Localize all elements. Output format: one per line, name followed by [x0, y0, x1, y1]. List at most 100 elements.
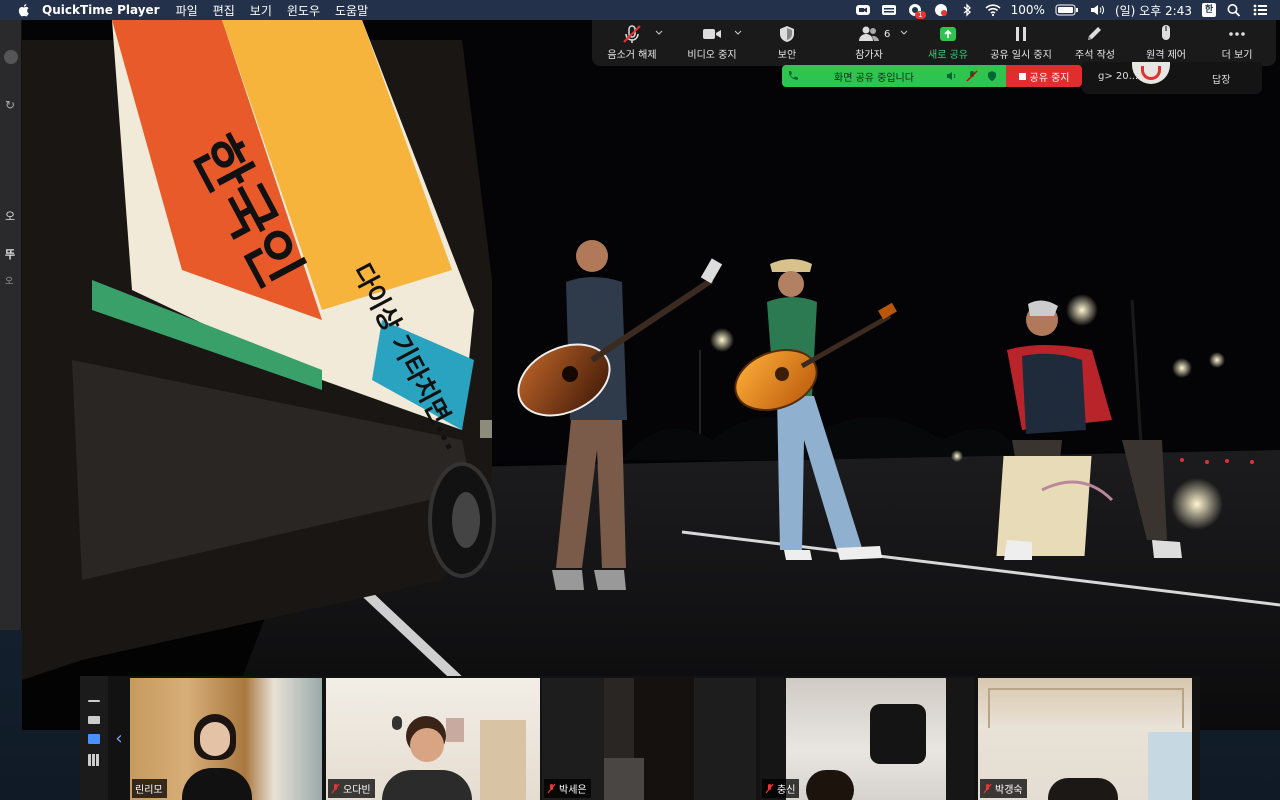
participant-thumbnail-strip: ‹ 린리모 오다빈 박세은 충신 박갱숙	[80, 676, 1200, 800]
pencil-icon	[1088, 27, 1101, 40]
screen-share-icon[interactable]	[881, 3, 897, 17]
participant-name-tag: 오다빈	[328, 779, 375, 798]
menu-file[interactable]: 파일	[176, 2, 198, 19]
toolbar-label: 음소거 해제	[607, 50, 657, 61]
strip-view-icon[interactable]	[88, 734, 100, 744]
apple-icon[interactable]	[16, 2, 32, 18]
chat-notification-peek[interactable]: g> 20... 답장	[1082, 62, 1262, 94]
notification-badge: 1	[915, 11, 926, 19]
single-view-icon[interactable]	[88, 716, 100, 724]
participant-name: 오다빈	[343, 785, 371, 796]
phone-icon	[788, 71, 798, 80]
toolbar-label: 원격 제어	[1146, 50, 1186, 61]
camera-icon[interactable]	[933, 3, 949, 17]
background-text: 오	[5, 210, 16, 223]
mic-muted-icon	[765, 783, 774, 794]
input-method-indicator[interactable]: 한	[1202, 3, 1216, 17]
toolbar-label: 보안	[777, 50, 797, 61]
sharing-status-text: 화면 공유 중입니다	[834, 73, 914, 84]
battery-percent: 100%	[1010, 3, 1045, 17]
participant-name: 린리모	[135, 785, 163, 796]
mic-muted-icon	[983, 783, 992, 794]
shared-screen-video: 한국인 다이상 기타치면...	[22, 20, 1280, 730]
security-button[interactable]: 보안	[752, 24, 822, 64]
sharing-indicator[interactable]: 화면 공유 중입니다	[782, 65, 1006, 87]
stop-share-label: 공유 중지	[1029, 72, 1070, 84]
refresh-icon[interactable]: ↻	[5, 98, 15, 112]
shield-icon[interactable]	[986, 70, 998, 82]
zoom-meeting-toolbar: 음소거 해제 비디오 중지 보안 6 참가자 새로 공유 공유 일시 중지 주석…	[592, 20, 1276, 66]
toolbar-label: 주석 작성	[1075, 50, 1115, 61]
chevron-down-icon[interactable]	[655, 29, 663, 37]
remote-control-button[interactable]: 원격 제어	[1128, 24, 1204, 64]
battery-icon[interactable]	[1055, 3, 1079, 17]
wifi-icon[interactable]	[985, 3, 1001, 17]
mic-muted-icon	[547, 783, 556, 794]
mic-muted-icon[interactable]	[966, 70, 978, 82]
participant-tile[interactable]: 충신	[760, 678, 974, 800]
chevron-down-icon[interactable]	[900, 29, 908, 37]
notification-icon[interactable]: 1	[907, 3, 926, 19]
participant-name-tag: 린리모	[132, 779, 167, 798]
control-center-icon[interactable]	[1252, 3, 1268, 17]
participant-name-tag: 충신	[762, 779, 800, 798]
street-performance-scene: 한국인 다이상 기타치면...	[22, 20, 1280, 730]
volume-icon[interactable]	[1089, 3, 1105, 17]
menu-bar: QuickTime Player 파일 편집 보기 윈도우 도움말 1 100%…	[0, 0, 1280, 20]
toolbar-label: 비디오 중지	[687, 50, 737, 61]
reply-button[interactable]: 답장	[1212, 71, 1230, 86]
mouse-icon	[1162, 25, 1170, 40]
toolbar-label: 새로 공유	[928, 50, 968, 61]
clock[interactable]: (일) 오후 2:43	[1115, 2, 1192, 19]
background-text: 뚜	[5, 248, 16, 261]
minimize-strip-icon[interactable]	[88, 700, 100, 702]
participant-name-tag: 박갱숙	[980, 779, 1027, 798]
participant-name: 박갱숙	[995, 785, 1023, 796]
participant-tile[interactable]: 박갱숙	[978, 678, 1192, 800]
participants-button[interactable]: 6 참가자	[822, 24, 916, 64]
spotlight-icon[interactable]	[1226, 3, 1242, 17]
menu-view[interactable]: 보기	[250, 2, 272, 19]
share-screen-icon	[940, 27, 956, 41]
video-camera-icon	[703, 29, 721, 39]
annotate-button[interactable]: 주석 작성	[1062, 24, 1128, 64]
bluetooth-icon[interactable]	[959, 3, 975, 17]
participant-count: 6	[884, 29, 891, 40]
chevron-down-icon[interactable]	[734, 29, 742, 37]
mic-muted-icon	[623, 25, 641, 43]
stop-share-button[interactable]: 공유 중지	[1006, 65, 1082, 87]
background-window[interactable]: ↻ 오 뚜 오	[0, 20, 22, 630]
participant-tile[interactable]: 박세은	[542, 678, 756, 800]
menu-edit[interactable]: 편집	[213, 2, 235, 19]
speaker-icon[interactable]	[946, 70, 958, 82]
zoom-icon[interactable]	[855, 3, 871, 17]
participants-icon	[859, 26, 879, 41]
app-name-menu[interactable]: QuickTime Player	[42, 3, 160, 17]
desktop: QuickTime Player 파일 편집 보기 윈도우 도움말 1 100%…	[0, 0, 1280, 800]
pause-share-button[interactable]: 공유 일시 중지	[980, 24, 1062, 64]
participant-name-tag: 박세은	[544, 779, 591, 798]
background-text: 오	[5, 277, 14, 287]
stop-video-button[interactable]: 비디오 중지	[672, 24, 752, 64]
toolbar-label: 참가자	[855, 50, 883, 61]
new-share-button[interactable]: 새로 공유	[916, 24, 980, 64]
pause-icon	[1016, 27, 1026, 41]
mic-muted-icon	[331, 783, 340, 794]
shield-icon	[780, 26, 794, 42]
chevron-left-icon[interactable]: ‹	[108, 676, 130, 800]
more-icon	[1229, 32, 1245, 36]
window-control-icon[interactable]	[4, 50, 18, 64]
toolbar-label: 더 보기	[1221, 50, 1253, 61]
participant-name: 박세은	[559, 785, 587, 796]
toolbar-label: 공유 일시 중지	[990, 50, 1052, 61]
more-button[interactable]: 더 보기	[1204, 24, 1270, 64]
menu-window[interactable]: 윈도우	[287, 2, 320, 19]
unmute-button[interactable]: 음소거 해제	[592, 24, 672, 64]
participant-tile-active[interactable]: 오다빈	[326, 678, 540, 800]
participant-name: 충신	[777, 785, 796, 796]
grid-view-icon[interactable]	[88, 754, 100, 766]
participant-tile[interactable]: 린리모	[130, 678, 322, 800]
view-controls	[80, 676, 108, 800]
chat-preview-text: g> 20...	[1098, 71, 1139, 82]
menu-help[interactable]: 도움말	[335, 2, 368, 19]
